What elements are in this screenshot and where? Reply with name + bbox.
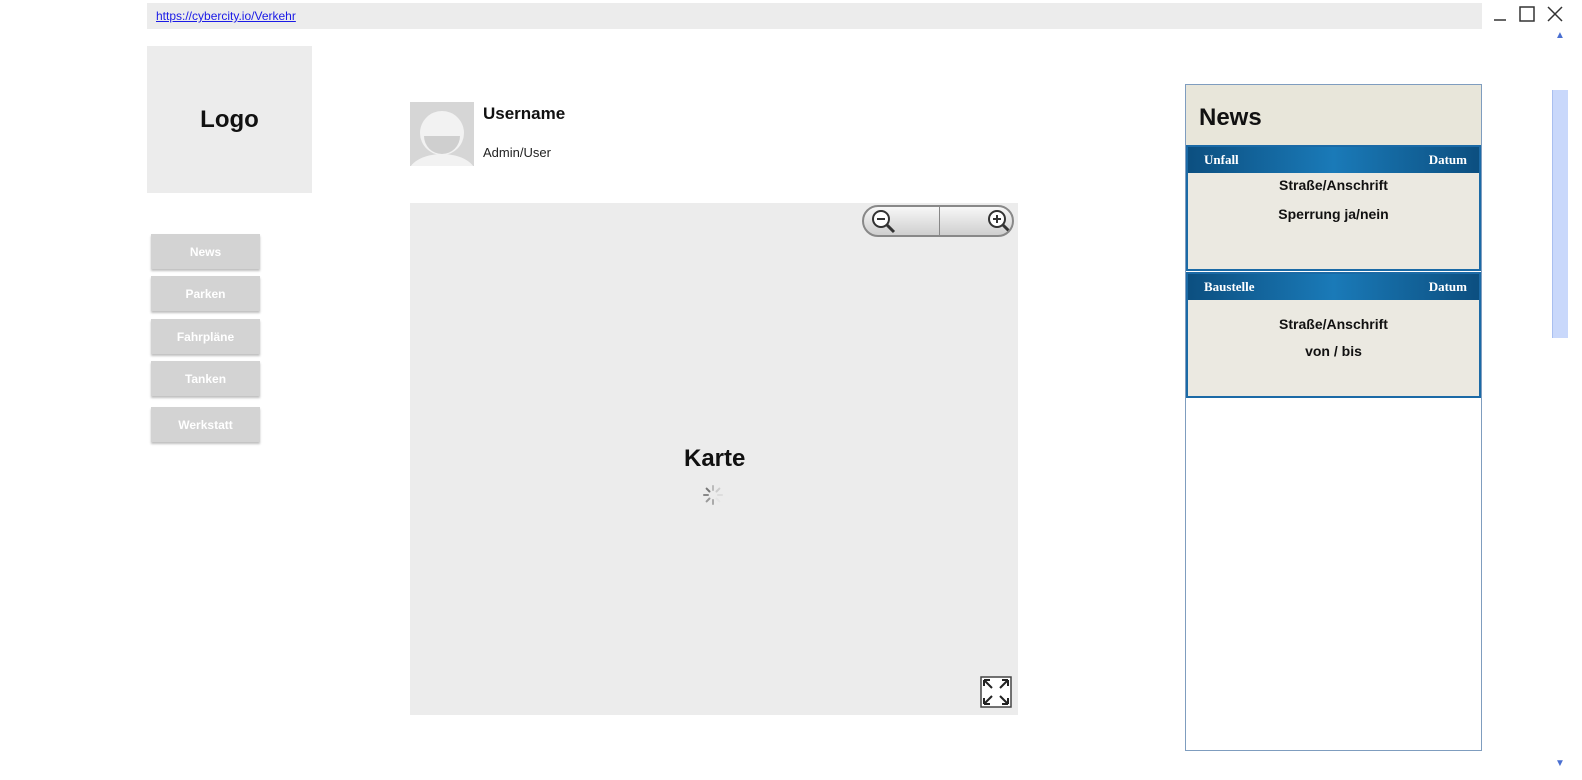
- nav-label: Tanken: [184, 371, 227, 386]
- nav-label: Werkstatt: [178, 417, 233, 432]
- fullscreen-icon[interactable]: [980, 676, 1012, 708]
- maximize-icon[interactable]: [1516, 3, 1538, 25]
- scroll-up-icon[interactable]: ▲: [1552, 27, 1568, 43]
- card-detail: von / bis: [1305, 343, 1362, 359]
- map-title: Karte: [684, 445, 746, 472]
- zoom-in-icon: [988, 210, 1010, 233]
- zoom-in-button[interactable]: [940, 207, 1012, 235]
- address-bar[interactable]: https://cybercity.io/Verkehr: [147, 3, 1482, 29]
- card-detail: Sperrung ja/nein: [1278, 206, 1389, 222]
- news-card-baustelle[interactable]: Baustelle Datum Straße/Anschrift von / b…: [1186, 272, 1481, 398]
- logo: Logo: [147, 46, 312, 193]
- zoom-control: [862, 205, 1014, 237]
- card-type: Baustelle: [1204, 279, 1255, 294]
- nav-parken-button[interactable]: Parken: [151, 276, 260, 311]
- card-header: Unfall Datum: [1188, 147, 1479, 173]
- nav-label: News: [189, 244, 222, 259]
- nav-werkstatt-button[interactable]: Werkstatt: [151, 407, 260, 442]
- scroll-down-icon[interactable]: ▼: [1552, 755, 1568, 771]
- nav-fahrplaene-button[interactable]: Fahrpläne: [151, 319, 260, 354]
- close-icon[interactable]: [1544, 3, 1566, 25]
- news-card-unfall[interactable]: Unfall Datum Straße/Anschrift Sperrung j…: [1186, 145, 1481, 271]
- avatar: [410, 102, 474, 166]
- username: Username: [483, 104, 566, 123]
- nav-label: Fahrpläne: [176, 329, 235, 344]
- zoom-out-button[interactable]: [864, 207, 938, 235]
- nav-news-button[interactable]: News: [151, 234, 260, 269]
- card-address: Straße/Anschrift: [1279, 316, 1388, 332]
- card-date: Datum: [1428, 152, 1467, 167]
- scroll-thumb[interactable]: [1552, 90, 1568, 338]
- user-role: Admin/User: [483, 145, 551, 160]
- nav-tanken-button[interactable]: Tanken: [151, 361, 260, 396]
- news-title: News: [1199, 104, 1262, 131]
- url-link[interactable]: https://cybercity.io/Verkehr: [156, 9, 296, 23]
- card-date: Datum: [1428, 279, 1467, 294]
- nav-label: Parken: [185, 286, 226, 301]
- card-type: Unfall: [1204, 152, 1239, 167]
- card-header: Baustelle Datum: [1188, 274, 1479, 300]
- loading-spinner-icon: [702, 484, 724, 506]
- zoom-out-icon: [872, 210, 896, 234]
- logo-label: Logo: [200, 105, 259, 133]
- card-address: Straße/Anschrift: [1279, 177, 1388, 193]
- minimize-icon[interactable]: [1489, 3, 1511, 25]
